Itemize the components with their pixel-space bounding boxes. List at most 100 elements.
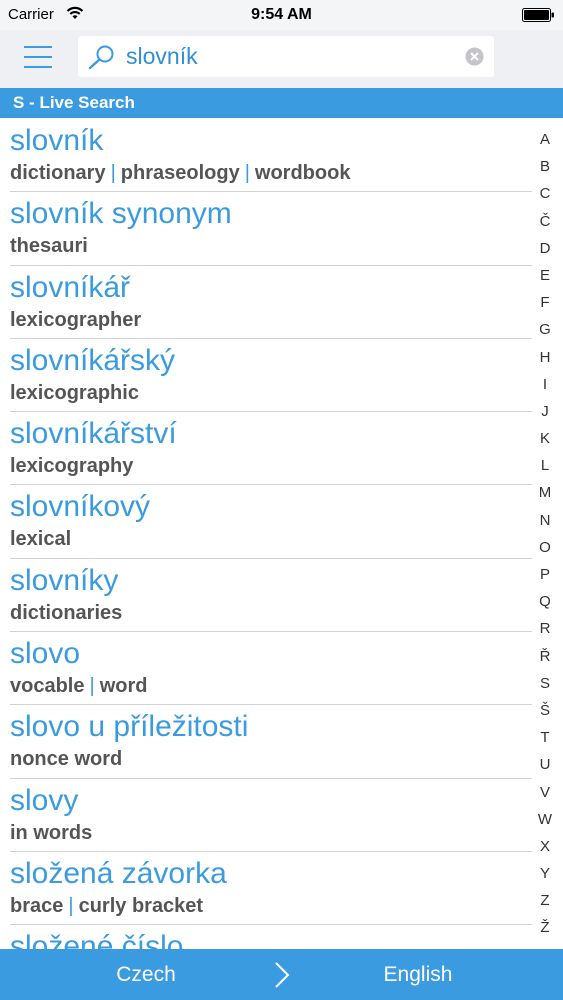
search-icon (88, 45, 114, 70)
result-translations: in words (10, 822, 92, 845)
result-term: slovy (10, 783, 79, 817)
alphabet-index-letter[interactable]: W (527, 806, 563, 833)
result-translations: thesauri (10, 235, 88, 258)
alphabet-index-letter[interactable]: A (527, 126, 563, 153)
alphabet-index-letter[interactable]: N (527, 507, 563, 534)
alphabet-index-letter[interactable]: P (527, 561, 563, 588)
alphabet-index-letter[interactable]: E (527, 262, 563, 289)
translation-separator: | (244, 162, 250, 184)
alphabet-index-letter[interactable]: T (527, 724, 563, 751)
alphabet-index-letter[interactable]: J (527, 398, 563, 425)
section-header: S - Live Search (0, 88, 563, 118)
alphabet-index-letter[interactable]: B (527, 153, 563, 180)
alphabet-index-letter[interactable]: M (527, 479, 563, 506)
alphabet-index-letter[interactable]: Š (527, 697, 563, 724)
result-translations: lexicographer (10, 309, 141, 332)
alphabet-index-letter[interactable]: V (527, 779, 563, 806)
result-row[interactable]: slovníkář lexicographer (0, 266, 532, 340)
status-bar: Carrier 9:54 AM (0, 0, 563, 30)
translation-item: lexical (10, 528, 72, 551)
result-row[interactable]: složená závorka brace | curly bracket (0, 852, 532, 926)
battery-icon (522, 8, 554, 22)
chevron-right-icon[interactable] (272, 961, 292, 989)
alphabet-index-letter[interactable]: R (527, 615, 563, 642)
result-term: slovník (10, 124, 104, 157)
source-language-button[interactable]: Czech (100, 963, 192, 987)
status-time: 9:54 AM (251, 6, 312, 23)
translation-item: nonce word (10, 748, 123, 771)
clear-search-icon[interactable] (465, 47, 484, 66)
result-translations: nonce word (10, 748, 122, 771)
alphabet-index-letter[interactable]: S (527, 670, 563, 697)
result-row[interactable]: slovo u příležitosti nonce word (0, 705, 532, 779)
alphabet-index-letter[interactable]: U (527, 751, 563, 778)
result-row[interactable]: slovníkářský lexicographic (0, 339, 532, 413)
translation-separator: | (89, 675, 95, 698)
result-term: slovníky (10, 563, 119, 597)
alphabet-index-letter[interactable]: Ž (527, 914, 563, 941)
translation-item: phraseology (120, 162, 240, 184)
alphabet-index-letter[interactable]: D (527, 235, 563, 262)
alphabet-index-letter[interactable]: Z (527, 887, 563, 914)
result-term: slovo (10, 637, 81, 671)
alphabet-index-letter[interactable]: H (527, 344, 563, 371)
result-row[interactable]: slovo vocable | word (0, 632, 532, 706)
result-translations: lexicography (10, 455, 133, 478)
result-row[interactable]: slovníky dictionaries (0, 559, 532, 633)
translation-item: in words (10, 821, 93, 844)
translation-item: lexicography (10, 455, 134, 478)
alphabet-index-letter[interactable]: I (527, 371, 563, 398)
translation-item: word (99, 675, 148, 698)
results-list[interactable]: slovník dictionary | phraseology | wordbook sl… (0, 119, 532, 949)
translation-item: dictionaries (10, 601, 123, 624)
translation-item: lexicographic (10, 381, 139, 404)
translation-item: lexicographer (10, 308, 142, 331)
search-input[interactable] (126, 41, 456, 72)
alphabet-index-letter[interactable]: K (527, 425, 563, 452)
result-translations: lexicographic (10, 382, 139, 405)
alphabet-index-letter[interactable]: Y (527, 860, 563, 887)
result-term: slovník synonym (10, 197, 232, 231)
target-language-button[interactable]: English (368, 963, 468, 987)
alphabet-index-letter[interactable]: Č (527, 208, 563, 235)
result-row[interactable]: slovy in words (0, 779, 532, 853)
result-term: slovníkář (10, 270, 131, 304)
alphabet-index-letter[interactable]: O (527, 534, 563, 561)
result-translations: dictionary | phraseology | wordbook (10, 162, 350, 185)
language-bar: Czech English (0, 949, 563, 1000)
result-row[interactable]: složené číslo (0, 925, 532, 949)
menu-button[interactable] (24, 42, 52, 72)
alphabet-index-letter[interactable]: G (527, 316, 563, 343)
result-translations: dictionaries (10, 602, 122, 625)
alphabet-index-letter[interactable]: L (527, 452, 563, 479)
translation-separator: | (110, 162, 116, 184)
alphabet-index-letter[interactable]: F (527, 289, 563, 316)
translation-separator: | (68, 894, 74, 917)
result-translations: lexical (10, 528, 71, 551)
alphabet-index-letter[interactable]: Q (527, 588, 563, 615)
translation-item: curly bracket (78, 894, 204, 917)
result-term: slovo u příležitosti (10, 710, 249, 744)
result-row[interactable]: slovník synonym thesauri (0, 192, 532, 266)
alphabet-index-letter[interactable]: X (527, 833, 563, 860)
result-row[interactable]: slovníkový lexical (0, 485, 532, 560)
result-term: složené číslo (10, 930, 184, 949)
result-term: slovníkářství (10, 417, 177, 451)
translation-item: brace (10, 894, 64, 917)
alphabet-index-letter[interactable]: Ř (527, 643, 563, 670)
hamburger-menu-icon (24, 46, 52, 48)
translation-item: wordbook (254, 162, 351, 184)
result-translations: vocable | word (10, 675, 147, 698)
translation-item: vocable (10, 675, 85, 698)
translation-item: thesauri (10, 235, 88, 258)
alphabet-index-letter[interactable]: C (527, 180, 563, 207)
search-header (0, 30, 563, 88)
search-box[interactable] (78, 36, 494, 77)
result-term: slovníkářský (10, 343, 176, 377)
result-row[interactable]: slovník dictionary | phraseology | wordbook (0, 119, 532, 193)
result-row[interactable]: slovníkářství lexicography (0, 412, 532, 486)
alphabet-index[interactable]: ABCČDEFGHIJKLMNOPQRŘSŠTUVWXYZŽ (527, 126, 563, 946)
translation-item: dictionary (10, 162, 106, 184)
result-term: složená závorka (10, 856, 227, 890)
result-translations: brace | curly bracket (10, 895, 203, 918)
